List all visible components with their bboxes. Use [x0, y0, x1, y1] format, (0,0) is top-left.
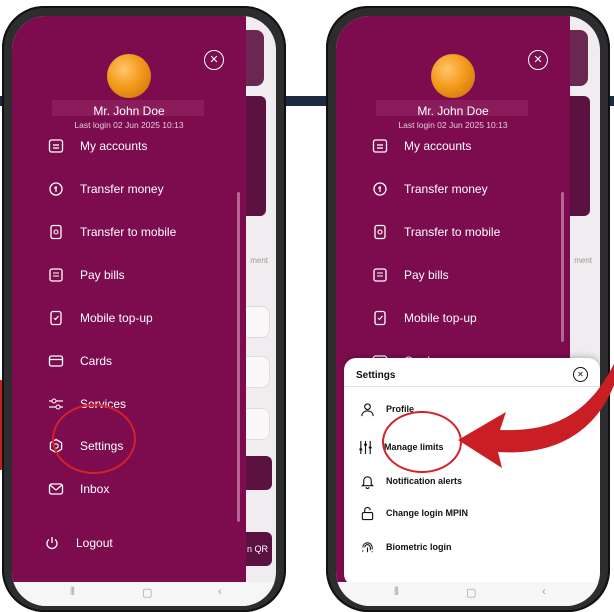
menu-item-transfer-to-mobile[interactable]: Transfer to mobile: [46, 223, 176, 241]
menu-label: Transfer to mobile: [80, 225, 177, 239]
fingerprint-icon: [358, 538, 376, 556]
last-login: Last login 02 Jun 2025 10:13: [74, 120, 184, 130]
phone-right: ment ✕ Mr. John Doe Last login 02 Jun 20…: [326, 6, 610, 612]
menu-label: Transfer money: [80, 182, 164, 196]
close-icon[interactable]: ✕: [204, 50, 224, 70]
menu-item-my-accounts[interactable]: My accounts: [370, 137, 471, 155]
close-icon[interactable]: ✕: [528, 50, 548, 70]
system-nav-bar: ⦀ ▢ ‹: [336, 582, 600, 606]
menu-item-pay-bills[interactable]: Pay bills: [46, 266, 125, 284]
lock-icon: [358, 504, 376, 522]
mobile-topup-icon: [370, 309, 390, 327]
sheet-item-change-login-mpin[interactable]: Change login MPIN: [358, 504, 468, 522]
menu-label: Pay bills: [80, 268, 125, 282]
bell-icon: [358, 472, 376, 490]
menu-item-mobile-top-up[interactable]: Mobile top-up: [370, 309, 477, 327]
bills-icon: [46, 266, 66, 284]
profile-icon: [358, 400, 376, 418]
home-icon[interactable]: ▢: [466, 586, 476, 599]
sheet-item-label: Change login MPIN: [386, 508, 468, 518]
home-icon[interactable]: ▢: [142, 586, 152, 599]
back-icon[interactable]: ‹: [542, 586, 546, 598]
transfer-money-icon: [46, 180, 66, 198]
menu-item-mobile-top-up[interactable]: Mobile top-up: [46, 309, 153, 327]
menu-label: Transfer to mobile: [404, 225, 501, 239]
menu-label: My accounts: [404, 139, 472, 153]
sheet-title: Settings: [356, 370, 396, 381]
sheet-item-label: Notification alerts: [386, 476, 463, 486]
transfer-mobile-icon: [370, 223, 390, 241]
menu-item-transfer-to-mobile[interactable]: Transfer to mobile: [370, 223, 500, 241]
last-login: Last login 02 Jun 2025 10:13: [398, 120, 508, 130]
menu-item-logout[interactable]: Logout: [42, 534, 113, 552]
background-text: ment: [574, 256, 592, 265]
mobile-topup-icon: [46, 309, 66, 327]
avatar: [431, 54, 475, 98]
avatar: [107, 54, 151, 98]
phone-left-screen: ment n QR ✕ Mr. John Doe Last login 02 J…: [12, 16, 276, 606]
menu-label: Logout: [76, 536, 113, 550]
phone-left: ment n QR ✕ Mr. John Doe Last login 02 J…: [2, 6, 286, 612]
user-name: Mr. John Doe: [93, 104, 165, 118]
recents-icon[interactable]: ⦀: [70, 586, 75, 599]
transfer-mobile-icon: [46, 223, 66, 241]
inbox-icon: [46, 480, 66, 498]
menu-item-inbox[interactable]: Inbox: [46, 480, 109, 498]
menu-item-transfer-money[interactable]: Transfer money: [370, 180, 488, 198]
user-name: Mr. John Doe: [417, 104, 489, 118]
menu-label: Pay bills: [404, 268, 449, 282]
annotation-circle-settings: [52, 404, 136, 474]
accounts-icon: [370, 137, 390, 155]
sheet-item-notification-alerts[interactable]: Notification alerts: [358, 472, 462, 490]
scrollbar[interactable]: [561, 192, 564, 342]
side-drawer: ✕ Mr. John Doe Last login 02 Jun 2025 10…: [12, 16, 246, 582]
menu-item-my-accounts[interactable]: My accounts: [46, 137, 147, 155]
menu-label: Cards: [80, 354, 113, 368]
system-nav-bar: ⦀ ▢ ‹: [12, 582, 276, 606]
phone-right-screen: ment ✕ Mr. John Doe Last login 02 Jun 20…: [336, 16, 600, 606]
services-icon: [46, 395, 66, 413]
menu-label: My accounts: [80, 139, 148, 153]
sheet-item-biometric-login[interactable]: Biometric login: [358, 538, 452, 556]
accounts-icon: [46, 137, 66, 155]
menu-label: Transfer money: [404, 182, 488, 196]
menu-label: Inbox: [80, 482, 110, 496]
menu-label: Mobile top-up: [80, 311, 153, 325]
annotation-arrow: [458, 364, 614, 468]
logout-icon: [42, 534, 62, 552]
bills-icon: [370, 266, 390, 284]
annotation-circle-manage-limits: [382, 411, 462, 473]
sliders-icon: [356, 438, 374, 456]
menu-label: Mobile top-up: [404, 311, 477, 325]
back-icon[interactable]: ‹: [218, 586, 222, 598]
scrollbar[interactable]: [237, 192, 240, 522]
background-text: ment: [250, 256, 268, 265]
menu-item-transfer-money[interactable]: Transfer money: [46, 180, 164, 198]
sheet-item-label: Biometric login: [386, 542, 452, 552]
recents-icon[interactable]: ⦀: [394, 586, 399, 599]
menu-item-cards[interactable]: Cards: [46, 352, 112, 370]
menu-item-pay-bills[interactable]: Pay bills: [370, 266, 449, 284]
card-icon: [46, 352, 66, 370]
transfer-money-icon: [370, 180, 390, 198]
